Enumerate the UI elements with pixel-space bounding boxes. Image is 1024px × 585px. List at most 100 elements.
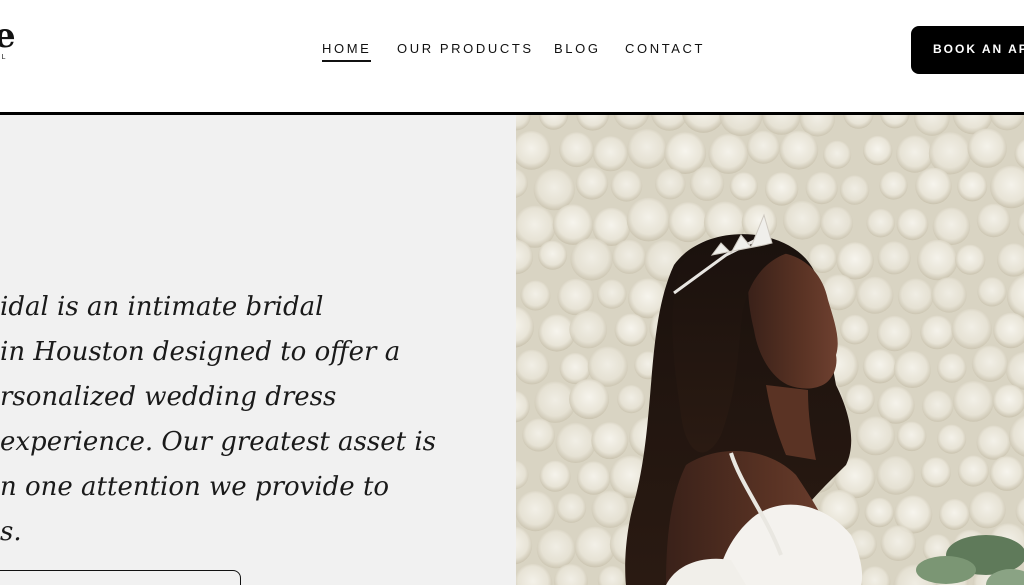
rose [614,313,648,347]
logo-mark: e [0,16,16,56]
rose [539,460,571,492]
nav-home[interactable]: HOME [322,40,397,62]
rose [932,207,971,246]
main-nav: HOME OUR PRODUCTS BLOG CONTACT [322,40,705,62]
rose [967,128,1007,168]
site-header: e AL HOME OUR PRODUCTS BLOG CONTACT BOOK… [0,0,1024,112]
rose [921,390,954,422]
rose [931,277,967,313]
rose [764,172,799,206]
rose [820,206,854,240]
rose [836,242,874,280]
rose [591,490,629,528]
rose [938,498,970,530]
rose [839,175,870,205]
rose [866,208,895,238]
rose [937,424,967,454]
rose [569,379,610,420]
intro-line: idal is an intimate bridal [0,292,324,322]
rose [893,350,931,388]
rose [915,167,952,205]
rose [557,278,594,316]
logo-subtitle: AL [0,54,9,61]
rose [876,455,916,495]
rose [951,308,992,350]
rose [655,168,686,200]
rose [876,315,913,352]
rose [989,456,1024,491]
intro-text: idal is an intimate bridal in Houston de… [0,285,516,555]
rose [536,529,576,569]
rose [668,202,709,243]
rose [555,422,596,463]
rose [746,130,780,164]
rose [856,416,896,456]
rose [880,525,917,561]
rose [569,310,608,349]
rose [591,422,629,460]
intro-line: experience. Our greatest asset is [0,427,436,457]
rose [516,491,556,532]
rose [664,132,707,174]
rose [971,345,1009,382]
rose [520,280,551,311]
rose [976,203,1011,238]
intro-line: s. [0,517,22,547]
rose [896,421,927,452]
rose [805,172,838,205]
book-appointment-label: BOOK AN AP [933,42,1024,56]
rose [556,493,587,523]
rose [840,314,870,345]
rose [522,418,556,452]
intro-button[interactable] [0,570,241,585]
rose [574,526,616,568]
rose [955,244,986,275]
rose [729,172,758,201]
rose [844,384,875,415]
site-logo[interactable]: e AL [0,16,24,66]
rose [879,171,908,200]
rose [689,166,725,201]
rose [977,277,1007,307]
rose [597,279,627,309]
rose [920,315,954,350]
rose [575,167,609,200]
rose [957,455,989,487]
rose [877,241,911,275]
nav-blog[interactable]: BLOG [554,40,625,58]
rose [708,133,749,174]
rose [862,349,897,384]
rose [863,135,893,166]
nav-our-products[interactable]: OUR PRODUCTS [397,40,554,58]
rose [576,461,611,495]
rose [626,197,671,242]
rose [864,497,895,528]
rose [516,349,550,385]
rose [782,200,822,240]
rose [570,238,613,281]
rose [823,140,852,169]
rose [559,132,595,168]
rose [953,381,994,422]
rose [592,136,629,172]
rose [920,457,951,488]
rose [610,170,643,202]
rose [612,239,647,274]
intro-line: in Houston designed to offer a [0,337,401,367]
book-appointment-button[interactable]: BOOK AN AP [911,26,1024,74]
rose [538,240,568,270]
rose [957,171,988,202]
nav-contact[interactable]: CONTACT [625,40,705,58]
rose [897,278,934,315]
rose [856,276,894,314]
intro-line: n one attention we provide to [0,472,390,502]
rose [896,208,929,241]
rose [968,491,1006,529]
intro-panel: idal is an intimate bridal in Houston de… [0,115,516,585]
rose [896,135,934,173]
rose [627,129,667,169]
rose [617,385,646,414]
rose [937,353,967,383]
rose [917,239,958,281]
rose [533,168,575,211]
